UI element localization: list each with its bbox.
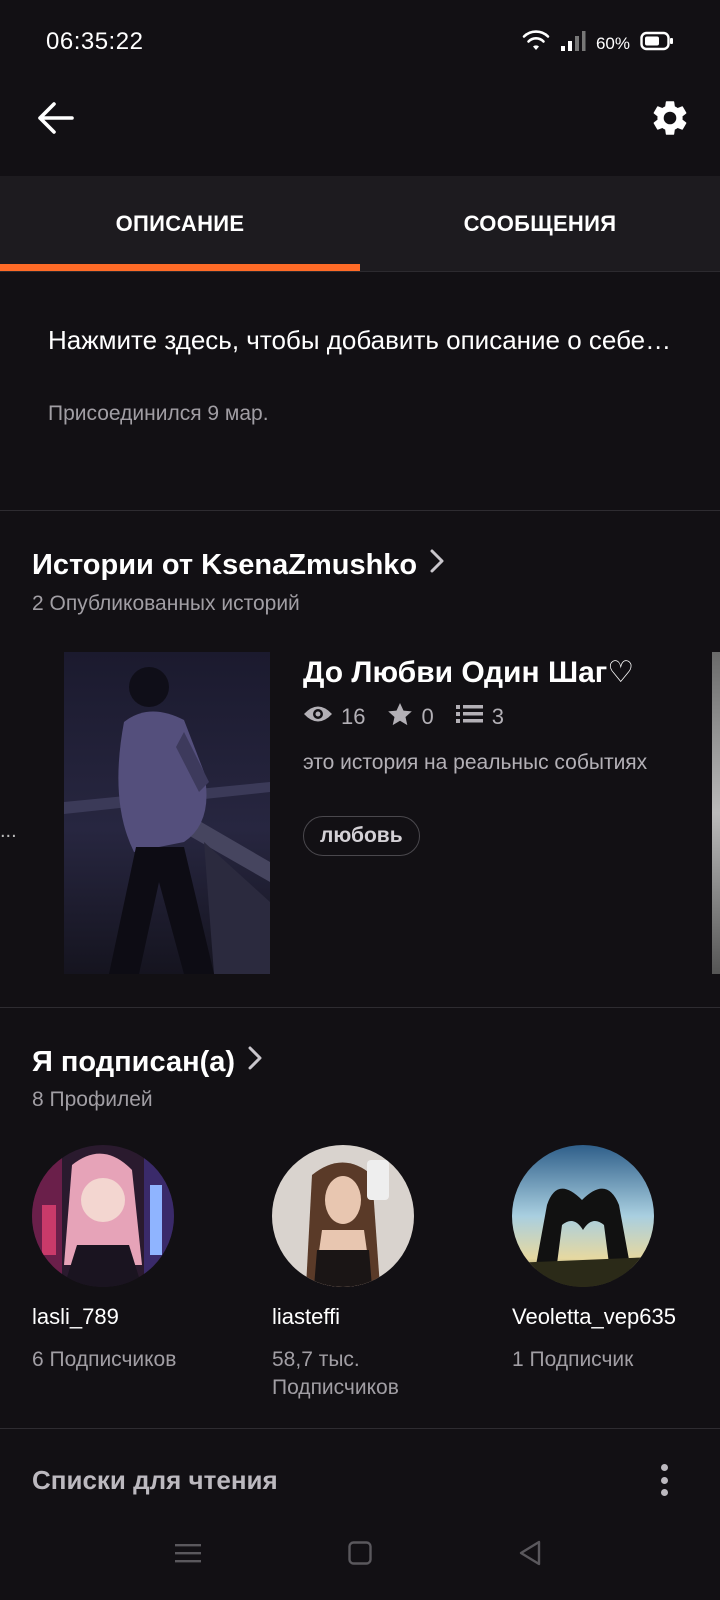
active-tab-indicator <box>0 264 360 271</box>
stories-section-header[interactable]: Истории от KsenaZmushko <box>32 548 445 582</box>
profile-name: liasteffi <box>272 1304 341 1329</box>
parts-count: 3 <box>491 704 504 729</box>
divider <box>0 510 720 511</box>
tab-bar: ОПИСАНИЕ СООБЩЕНИЯ <box>0 176 720 272</box>
joined-date: Присоединился 9 мар. <box>48 402 269 425</box>
eye-icon <box>303 703 333 731</box>
story-description: это история на реальныс событиях <box>303 751 648 774</box>
chevron-right-icon <box>429 548 445 582</box>
star-icon <box>387 702 413 732</box>
profile-followers: 1 Подписчик <box>512 1348 634 1371</box>
settings-button[interactable] <box>642 92 698 148</box>
tab-messages[interactable]: СООБЩЕНИЯ <box>360 176 720 272</box>
story-title[interactable]: До Любви Один Шаг♡ <box>303 655 634 690</box>
parts-stat: 3 <box>455 703 504 731</box>
more-options-button[interactable] <box>648 1460 680 1500</box>
divider <box>0 1007 720 1008</box>
menu-icon <box>175 1542 201 1569</box>
following-section-title: Я подписан(а) <box>32 1045 236 1078</box>
divider <box>0 1428 720 1429</box>
square-icon <box>348 1540 372 1570</box>
back-button[interactable] <box>28 92 84 148</box>
avatar[interactable] <box>272 1145 414 1287</box>
reading-lists-title[interactable]: Списки для чтения <box>32 1465 278 1496</box>
home-button[interactable] <box>340 1535 380 1575</box>
triangle-back-icon <box>518 1540 542 1571</box>
profile-followers: 58,7 тыс. Подписчиков <box>272 1348 399 1399</box>
battery-percent: 60% <box>595 33 630 53</box>
status-time: 06:35:22 <box>46 28 144 55</box>
gear-icon <box>649 97 691 144</box>
avatar[interactable] <box>512 1145 654 1287</box>
profile-followers: 6 Подписчиков <box>32 1348 177 1371</box>
profile-card[interactable]: lasli_789 6 Подписчиков <box>32 1145 232 1374</box>
add-description-prompt[interactable]: Нажмите здесь, чтобы добавить описание о… <box>48 320 688 360</box>
views-stat: 16 <box>303 703 365 731</box>
tab-description[interactable]: ОПИСАНИЕ <box>0 176 360 272</box>
story-stats: 16 0 3 <box>303 702 526 732</box>
wifi-icon <box>522 30 550 57</box>
next-story-cover-peek[interactable] <box>712 652 720 974</box>
profile-name: Veoletta_vep635 <box>512 1304 676 1329</box>
status-icons: 60% <box>522 30 674 57</box>
app-bar <box>0 88 720 176</box>
following-count: 8 Профилей <box>32 1088 153 1111</box>
battery-icon <box>640 31 674 56</box>
list-icon <box>455 703 484 731</box>
back-nav-button[interactable] <box>510 1535 550 1575</box>
following-section-header[interactable]: Я подписан(а) <box>32 1045 263 1079</box>
votes-count: 0 <box>421 704 434 729</box>
votes-stat: 0 <box>387 702 434 732</box>
profile-card[interactable]: Veoletta_vep635 1 Подписчик <box>512 1145 712 1374</box>
story-tag[interactable]: любовь <box>303 816 420 856</box>
stories-count: 2 Опубликованных историй <box>32 592 300 615</box>
profile-card[interactable]: liasteffi 58,7 тыс. Подписчиков <box>272 1145 472 1402</box>
recent-apps-button[interactable] <box>168 1535 208 1575</box>
more-vertical-icon <box>660 1464 668 1471</box>
previous-story-peek[interactable]: ... <box>0 820 17 843</box>
avatar[interactable] <box>32 1145 174 1287</box>
arrow-left-icon <box>37 101 75 140</box>
story-cover-image[interactable] <box>64 652 270 974</box>
chevron-right-icon <box>247 1045 263 1079</box>
signal-icon <box>560 30 586 57</box>
profile-name: lasli_789 <box>32 1304 119 1329</box>
stories-section-title: Истории от KsenaZmushko <box>32 548 418 581</box>
views-count: 16 <box>341 704 366 729</box>
